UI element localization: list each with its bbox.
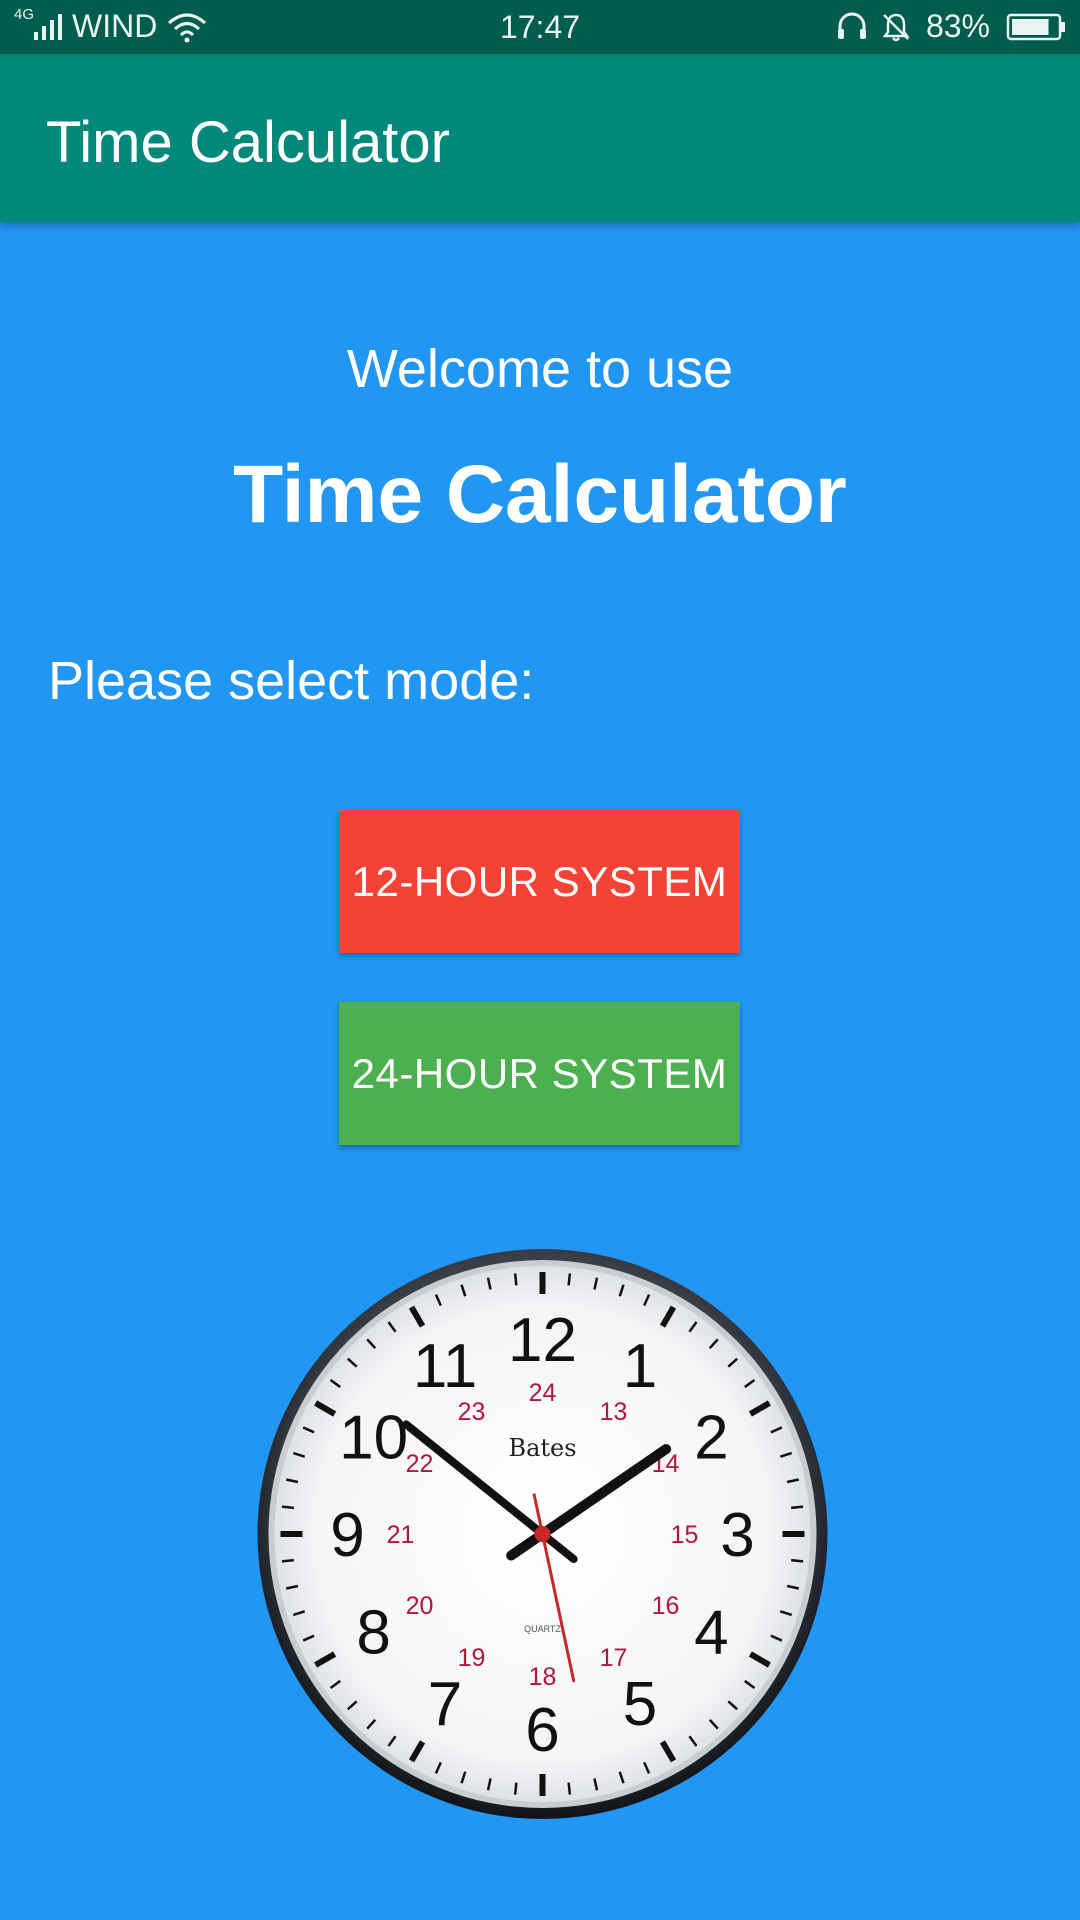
clock-hour-numeral: 4	[694, 1599, 728, 1668]
clock-24h-numeral: 16	[652, 1592, 680, 1620]
mode-prompt: Please select mode:	[48, 651, 535, 711]
welcome-text: Welcome to use	[346, 339, 734, 399]
clock-24h-numeral: 15	[671, 1521, 699, 1549]
twelve-hour-button-label: 12-HOUR SYSTEM	[351, 857, 728, 905]
clock-24h-numeral: 22	[406, 1450, 434, 1478]
twelve-hour-button[interactable]: 12-HOUR SYSTEM	[339, 810, 740, 953]
headline: Time Calculator	[233, 449, 847, 540]
clock-hour-numeral: 7	[428, 1670, 462, 1739]
clock-24h-numeral: 20	[406, 1592, 434, 1620]
twenty-four-hour-button[interactable]: 24-HOUR SYSTEM	[339, 1002, 740, 1145]
app-bar: Time Calculator	[0, 54, 1080, 222]
app-title: Time Calculator	[46, 110, 450, 175]
clock-hour-numeral: 5	[623, 1670, 657, 1739]
clock-center-cap	[534, 1526, 551, 1542]
clock-hour-numeral: 2	[694, 1404, 728, 1473]
clock-hour-numeral: 12	[508, 1306, 577, 1375]
clock-hour-numeral: 1	[623, 1332, 657, 1401]
clock-tick	[567, 1782, 572, 1795]
clock-24h-numeral: 24	[529, 1379, 557, 1407]
clock-24h-numeral: 19	[458, 1644, 486, 1672]
clock-image: 12 1 2 3 4 5 6 7 8 9 10 11 24 13 14 15 16 17 18 19 20 21 22 23…	[255, 1245, 830, 1823]
clock-24h-numeral: 13	[600, 1398, 628, 1426]
clock-tick	[281, 1558, 295, 1563]
mute-bell-icon	[880, 11, 912, 43]
clock-tick	[281, 1505, 295, 1510]
clock-hour-numeral: 9	[330, 1501, 364, 1570]
headset-icon	[836, 11, 868, 43]
clock-tick	[513, 1782, 518, 1795]
clock-brand: Bates	[508, 1434, 576, 1462]
clock-tick	[790, 1558, 804, 1563]
clock-24h-numeral: 23	[458, 1398, 486, 1426]
battery-percent: 83%	[925, 8, 990, 44]
twenty-four-hour-button-label: 24-HOUR SYSTEM	[351, 1049, 728, 1097]
clock-24h-numeral: 21	[387, 1521, 415, 1549]
clock-tick	[567, 1273, 572, 1286]
status-bar: 4G WIND 17:47 83%	[0, 0, 1080, 54]
clock-hour-numeral: 8	[356, 1599, 390, 1668]
clock-tick	[513, 1273, 518, 1286]
clock-24h-numeral: 17	[600, 1644, 628, 1672]
clock-movement-label: QUARTZ	[524, 1624, 561, 1634]
clock-hour-numeral: 10	[339, 1404, 408, 1473]
status-right: 83%	[836, 8, 1066, 45]
clock-hour-numeral: 6	[525, 1696, 559, 1765]
clock-24h-numeral: 18	[529, 1663, 557, 1691]
clock-tick	[790, 1505, 804, 1510]
clock-hour-numeral: 11	[413, 1332, 477, 1401]
clock-hour-numeral: 3	[720, 1501, 754, 1570]
battery-icon	[1006, 13, 1066, 41]
